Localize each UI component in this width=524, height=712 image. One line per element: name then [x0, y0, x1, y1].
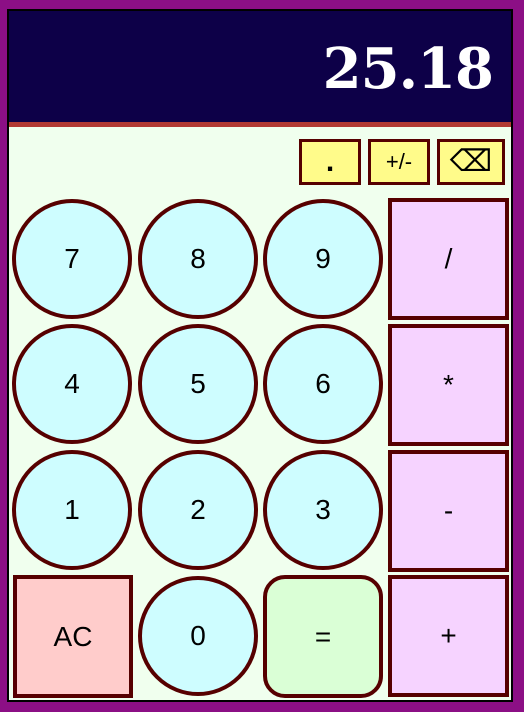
- divide-button[interactable]: /: [388, 198, 509, 320]
- digit-1-button[interactable]: 1: [12, 450, 132, 570]
- digit-7-button[interactable]: 7: [12, 199, 132, 319]
- digit-3-button[interactable]: 3: [263, 450, 383, 570]
- digit-0-button[interactable]: 0: [138, 576, 258, 696]
- clear-button[interactable]: AC: [13, 575, 133, 698]
- subtract-button[interactable]: -: [388, 450, 509, 572]
- display-value: 25.18: [322, 36, 494, 102]
- add-button[interactable]: +: [388, 575, 509, 697]
- backspace-button[interactable]: ⌫: [437, 139, 505, 185]
- multiply-button[interactable]: *: [388, 324, 509, 446]
- digit-8-button[interactable]: 8: [138, 199, 258, 319]
- decimal-button[interactable]: .: [299, 139, 361, 185]
- backspace-icon: ⌫: [449, 145, 493, 178]
- display-panel: 25.18: [9, 11, 511, 122]
- sign-toggle-button[interactable]: +/-: [368, 139, 430, 185]
- equals-button[interactable]: =: [263, 575, 383, 698]
- digit-4-button[interactable]: 4: [12, 324, 132, 444]
- digit-6-button[interactable]: 6: [263, 324, 383, 444]
- digit-2-button[interactable]: 2: [138, 450, 258, 570]
- calculator: 25.18 . +/- ⌫ 7 8 9 / 4 5 6 * 1 2 3 - AC…: [7, 9, 513, 702]
- digit-5-button[interactable]: 5: [138, 324, 258, 444]
- display-divider: [9, 122, 511, 127]
- digit-9-button[interactable]: 9: [263, 199, 383, 319]
